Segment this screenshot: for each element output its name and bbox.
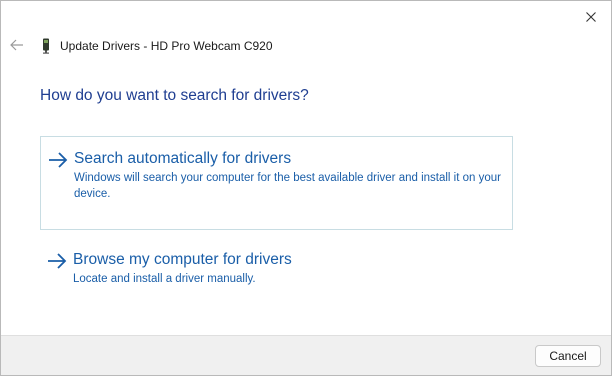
back-arrow-icon (10, 39, 23, 51)
cancel-button[interactable]: Cancel (535, 345, 601, 367)
update-drivers-dialog: Update Drivers - HD Pro Webcam C920 How … (0, 0, 612, 376)
webcam-icon (39, 38, 53, 54)
option-description: Windows will search your computer for th… (74, 172, 501, 200)
dialog-title-row: Update Drivers - HD Pro Webcam C920 (39, 37, 273, 55)
option-title: Search automatically for drivers (74, 150, 292, 167)
right-arrow-icon (49, 152, 68, 168)
option-description: Locate and install a driver manually. (73, 273, 256, 285)
dialog-title: Update Drivers - HD Pro Webcam C920 (60, 39, 273, 53)
close-button[interactable] (577, 5, 605, 29)
dialog-footer: Cancel (1, 335, 611, 375)
browse-computer-option[interactable]: Browse my computer for drivers Locate an… (40, 242, 513, 294)
back-button[interactable] (7, 35, 27, 55)
right-arrow-icon (48, 253, 67, 269)
search-automatically-option[interactable]: Search automatically for drivers Windows… (40, 136, 513, 230)
option-title: Browse my computer for drivers (73, 251, 292, 268)
page-heading: How do you want to search for drivers? (40, 87, 309, 104)
close-icon (586, 12, 596, 22)
